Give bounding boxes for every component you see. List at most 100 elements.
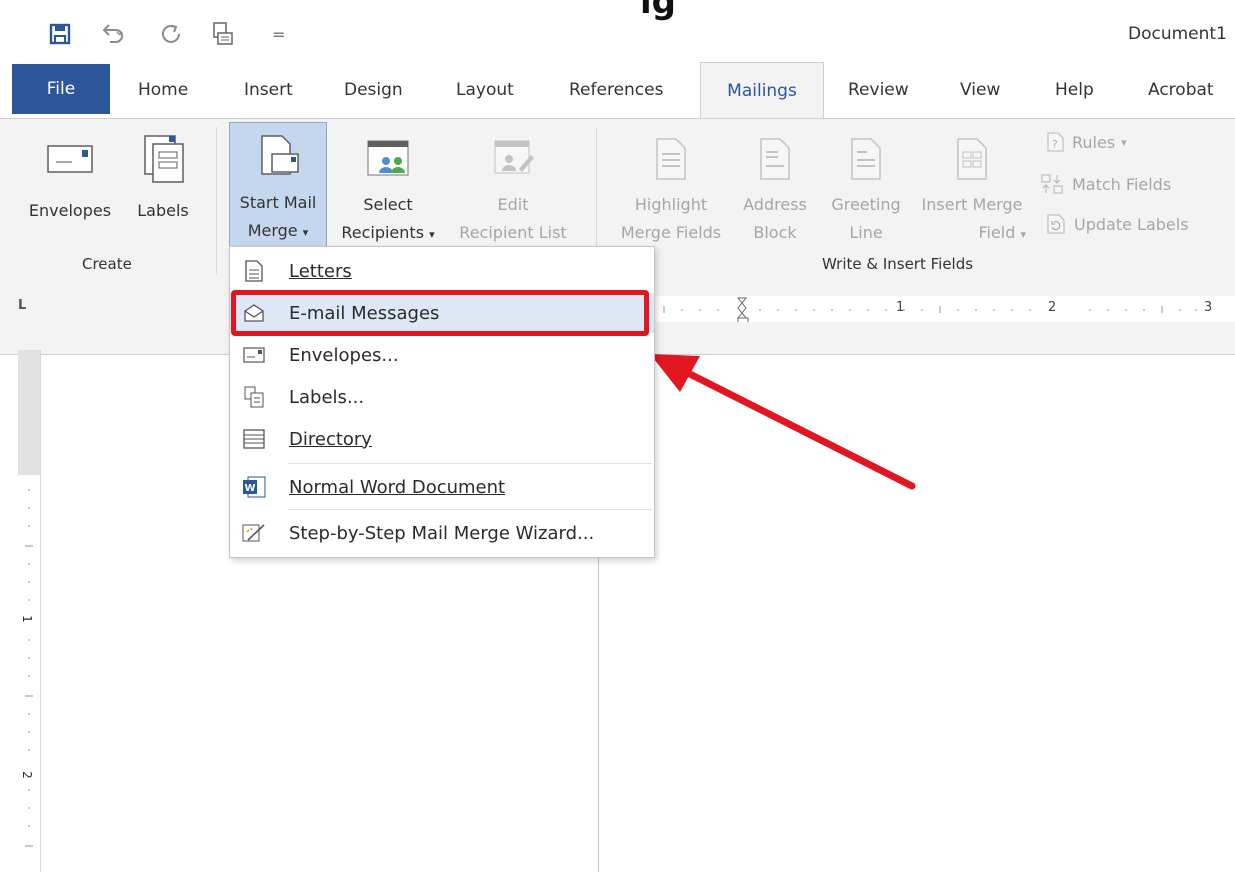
group-separator [216,127,217,275]
address-label-2: Block [753,223,797,242]
menu-label-letters: Letters [289,260,352,282]
tab-mailings[interactable]: Mailings [700,62,824,121]
labels-button[interactable]: Labels [128,129,198,225]
document-title: Document1 [1128,24,1227,44]
tab-home[interactable]: Home [138,62,188,118]
email-icon [241,300,267,326]
save-icon[interactable] [48,22,72,46]
edit-recipient-label-2: Recipient List [459,223,567,242]
menu-item-mail-merge-wizard[interactable]: Step-by-Step Mail Merge Wizard... [230,513,654,553]
menu-label-normal-word-document: Normal Word Document [289,476,506,498]
undo-icon[interactable] [100,22,128,46]
greeting-label-2: Line [849,223,883,242]
match-fields-label: Match Fields [1072,174,1172,194]
match-fields-icon [1041,174,1063,194]
tab-acrobat[interactable]: Acrobat [1148,62,1214,118]
update-labels-icon [1047,214,1065,234]
match-fields-button[interactable]: Match Fields [1040,173,1171,195]
greeting-line-button[interactable]: Greeting Line [824,129,908,247]
tab-layout[interactable]: Layout [456,62,514,118]
redo-icon[interactable] [160,22,184,46]
envelopes-button[interactable]: Envelopes [22,129,118,225]
horizontal-ruler[interactable]: 1 2 3 [600,296,1235,322]
menu-label-directory: Directory [289,428,372,450]
envelope-icon [22,129,118,189]
title-area: Document1 [1100,0,1235,62]
select-recipients-button[interactable]: Select Recipients ▾ [332,129,444,249]
ruler-mark-2: 2 [1048,300,1057,315]
insert-merge-label-1: Insert Merge [921,195,1023,214]
select-recipients-icon [332,129,444,189]
chevron-down-icon: ▾ [302,226,309,239]
chevron-down-icon: ▾ [1121,135,1127,149]
tab-insert[interactable]: Insert [244,62,293,118]
quick-access-toolbar: ig = Document1 [0,0,1235,62]
greeting-label-1: Greeting [831,195,901,214]
update-labels-label: Update Labels [1074,214,1189,234]
edit-recipient-list-icon [448,129,578,189]
svg-text:?: ? [1052,138,1058,151]
tab-file[interactable]: File [12,64,110,114]
rules-icon: ? [1047,132,1064,152]
menu-label-labels: Labels... [289,386,365,408]
labels-icon [128,129,198,189]
menu-label-email-messages: E-mail Messages [289,302,440,324]
edit-recipient-list-button[interactable]: Edit Recipient List [448,129,578,247]
menu-separator [288,463,652,464]
menu-item-letters[interactable]: Letters [230,251,654,291]
address-block-icon [740,129,810,189]
tab-references[interactable]: References [569,62,663,118]
chevron-down-icon: ▾ [1020,228,1026,241]
title-fragment: ig [640,0,676,22]
insert-merge-field-button[interactable]: Insert Merge Field ▾ [912,129,1032,249]
tab-design[interactable]: Design [344,62,403,118]
word-icon: W [241,474,267,500]
menu-item-labels[interactable]: Labels... [230,377,654,417]
group-label-write-insert: Write & Insert Fields [822,255,974,273]
menu-label-envelopes: Envelopes... [289,344,399,366]
start-mail-merge-button[interactable]: Start Mail Merge ▾ [229,122,327,248]
edit-recipient-label-1: Edit [497,195,529,214]
vruler-mark-1: 1 [19,615,34,623]
highlight-label-2: Merge Fields [620,223,722,242]
menu-item-envelopes[interactable]: Envelopes... [230,335,654,375]
menu-item-directory[interactable]: Directory [230,419,654,459]
chevron-down-icon: ▾ [429,228,435,241]
insert-merge-field-icon [912,129,1032,189]
letter-icon [241,258,267,284]
print-preview-icon[interactable] [210,22,236,46]
greeting-line-icon [824,129,908,189]
address-block-button[interactable]: Address Block [740,129,810,247]
menu-item-normal-word-document[interactable]: W Normal Word Document [230,467,654,507]
highlight-merge-fields-button[interactable]: Highlight Merge Fields [608,129,734,247]
ruler-ticks [609,297,1197,322]
rules-button[interactable]: ? Rules ▾ [1046,131,1127,153]
select-recipients-label-2: Recipients [341,223,425,242]
menu-label-mail-merge-wizard: Step-by-Step Mail Merge Wizard... [289,522,595,544]
group-label-create: Create [82,255,132,273]
menu-item-email-messages[interactable]: E-mail Messages [230,293,654,333]
start-mail-merge-label-2: Merge [247,221,298,240]
select-recipients-label-1: Select [363,195,413,214]
tab-view[interactable]: View [960,62,1000,118]
envelopes-label: Envelopes [28,201,112,220]
customize-qat-icon[interactable]: = [272,22,285,46]
highlight-merge-fields-icon [608,129,734,189]
tab-review[interactable]: Review [848,62,909,118]
start-mail-merge-menu: Letters E-mail Messages Envelopes... Lab… [229,246,655,558]
labels-icon [241,384,267,410]
wizard-icon [241,520,267,546]
start-mail-merge-label-1: Start Mail [239,193,317,212]
annotation-arrow [650,354,916,490]
start-mail-merge-icon [230,123,326,189]
vertical-ruler-margin [18,350,40,475]
update-labels-button[interactable]: Update Labels [1046,213,1189,235]
menu-separator [288,509,652,510]
directory-icon [241,426,267,452]
vruler-mark-2: 2 [19,771,34,779]
svg-text:W: W [245,483,256,494]
ribbon-tabs: File Home Insert Design Layout Reference… [0,62,1235,121]
tab-selector-icon[interactable]: L [18,298,26,313]
ruler-mark-3: 3 [1204,300,1213,315]
tab-help[interactable]: Help [1055,62,1094,118]
